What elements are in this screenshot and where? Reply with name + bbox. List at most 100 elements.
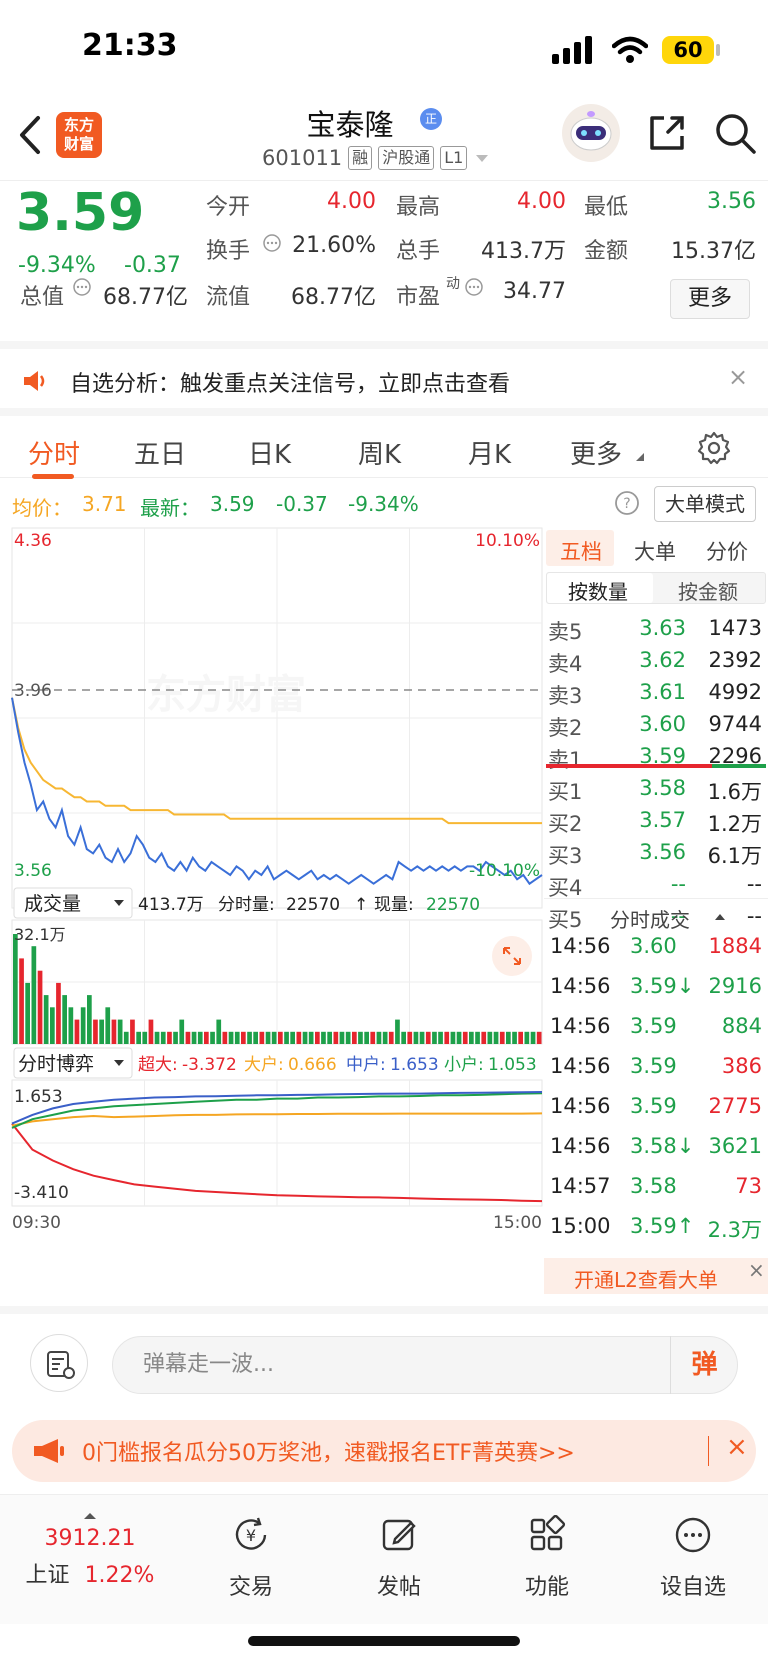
nav-add-watchlist[interactable]: 设自选 [638,1515,748,1601]
volume-bar [493,1031,499,1044]
volume-bar [456,1031,462,1044]
notice-close-icon[interactable]: × [728,363,748,391]
tick-volume: 1884 [708,934,762,958]
volume-bar [50,1007,55,1044]
l2-close-icon[interactable]: × [748,1258,765,1282]
promo-text[interactable]: 0门槛报名瓜分50万奖池，速戳报名ETF菁英赛>> [82,1435,575,1467]
volume-bar [130,1019,135,1044]
battery-tip [716,44,720,56]
notice-text: 自选分析：触发重点关注信号，立即点击查看 [70,372,511,397]
ticks-title[interactable]: 分时成交 [610,904,690,933]
big-order-mode-button[interactable]: 大单模式 [654,486,756,522]
tab-weekly-k[interactable]: 周K [358,434,401,471]
bid-row[interactable]: 买4 -- -- [548,872,764,904]
expand-button[interactable] [492,936,532,976]
bid-price: -- [670,872,686,896]
volume-bar [241,1031,246,1044]
svg-text:¥: ¥ [246,1526,256,1545]
tab-intraday[interactable]: 分时 [28,434,80,471]
ask-row[interactable]: 卖3 3.61 4992 [548,680,764,712]
volume-bar [148,1019,154,1044]
tab-monthly-k[interactable]: 月K [468,434,511,471]
speaker-icon [24,371,45,391]
tick-price: 3.58↓ [630,1134,695,1158]
nav-post[interactable]: 发帖 [344,1515,454,1601]
volume-bar [222,1031,228,1044]
ai-assistant-avatar[interactable] [562,104,620,162]
comment-settings-button[interactable] [30,1334,88,1392]
volume-bar [469,1031,474,1044]
status-time: 21:33 [82,28,178,63]
panel-tab-price[interactable]: 分价 [706,536,748,566]
watchlist-notice[interactable]: 自选分析：触发重点关注信号，立即点击查看 × [0,341,768,407]
bid-row[interactable]: 买2 3.57 1.2万 [548,808,764,840]
promo-close-icon[interactable]: × [726,1432,748,1462]
nav-functions[interactable]: 功能 [492,1514,602,1601]
tick-volume: 3621 [708,1134,762,1158]
volume-bar [481,1031,487,1044]
share-icon[interactable] [644,110,690,156]
subtab-by-amount[interactable]: 按金额 [678,576,738,605]
home-indicator [248,1636,520,1646]
volume-bar [160,1031,166,1044]
ask-row[interactable]: 卖2 3.60 9744 [548,712,764,744]
panel-tab-big-order[interactable]: 大单 [634,536,676,566]
tick-row: 14:56 3.59 884 [548,1014,764,1046]
bid-row[interactable]: 买3 3.56 6.1万 [548,840,764,872]
info-dots-icon[interactable] [464,277,484,297]
game-selector[interactable]: 分时博弈 [18,1053,94,1075]
name-badge: 正 [420,108,442,130]
search-icon[interactable] [712,110,758,156]
low-label: 最低 [584,195,629,220]
stock-header: 东方 财富 宝泰隆 正 601011 融 沪股通 L1 [0,100,768,180]
ask-row[interactable]: 卖4 3.62 2392 [548,648,764,680]
volume-bar [204,1031,209,1044]
volume-bar [308,1031,314,1044]
stock-code-row[interactable]: 601011 融 沪股通 L1 [262,146,491,170]
more-quote-button[interactable]: 更多 [670,279,750,319]
subtab-by-volume[interactable]: 按数量 [568,576,628,605]
volume-bar [450,1031,456,1044]
back-icon[interactable] [14,112,50,158]
tick-volume: 884 [721,1014,762,1038]
volume-bar [333,1031,339,1044]
panel-tab-level5[interactable]: 五档 [560,536,602,566]
volume-bar [512,1031,517,1044]
bid-row[interactable]: 买1 3.58 1.6万 [548,776,764,808]
ask-row[interactable]: 卖5 3.63 1473 [548,616,764,648]
ask-row[interactable]: 卖1 3.59 2296 [548,744,764,776]
tab-daily-k[interactable]: 日K [248,434,291,471]
tab-five-day[interactable]: 五日 [134,434,186,471]
volume-bar [136,1031,141,1044]
promo-divider [708,1436,709,1466]
danmu-toggle-button[interactable]: 弹 [670,1336,738,1394]
app-logo[interactable]: 东方 财富 [56,112,102,158]
volume-selector[interactable]: 成交量 [24,893,81,915]
order-ratio-green [712,764,766,768]
gear-icon[interactable] [696,430,732,466]
bid-price: 3.56 [639,840,686,864]
volume-bar [216,1019,222,1044]
promo-banner[interactable]: 0门槛报名瓜分50万奖池，速戳报名ETF菁英赛>> × [12,1420,756,1482]
danmu-input[interactable]: 弹幕走一波... [112,1336,738,1394]
pe-value: 34.77 [503,279,566,304]
info-dots-icon[interactable] [262,233,282,253]
index-expand-icon [84,1513,96,1519]
help-icon[interactable]: ? [614,490,640,516]
price-info-line: 均价： 3.71 最新： 3.59 -0.37 -9.34% ? 大单模式 [0,478,768,526]
nav-trade[interactable]: ¥ 交易 [196,1515,306,1601]
tab-more[interactable]: 更多 [570,434,622,471]
volume-bar [432,1031,437,1044]
bid-price: 3.58 [639,776,686,800]
tick-price: 3.59 [630,1094,677,1118]
market-cap-value: 68.77亿 [103,285,188,310]
l2-banner-text[interactable]: 开通L2查看大单 [574,1264,718,1293]
nav-functions-label: 功能 [524,1575,569,1600]
bid-label: 买1 [548,780,583,804]
volume-bar [210,1031,215,1044]
volume-minute-label: 分时量: [218,895,275,915]
volume-bar [99,1019,104,1044]
nav-index[interactable]: 3912.21 上证 1.22% [20,1505,160,1589]
intraday-chart-area[interactable]: 东方财富 4.36 3.96 3.56 10.10% -10.10% 成交量 4… [0,526,544,1306]
nav-trade-label: 交易 [228,1575,273,1600]
